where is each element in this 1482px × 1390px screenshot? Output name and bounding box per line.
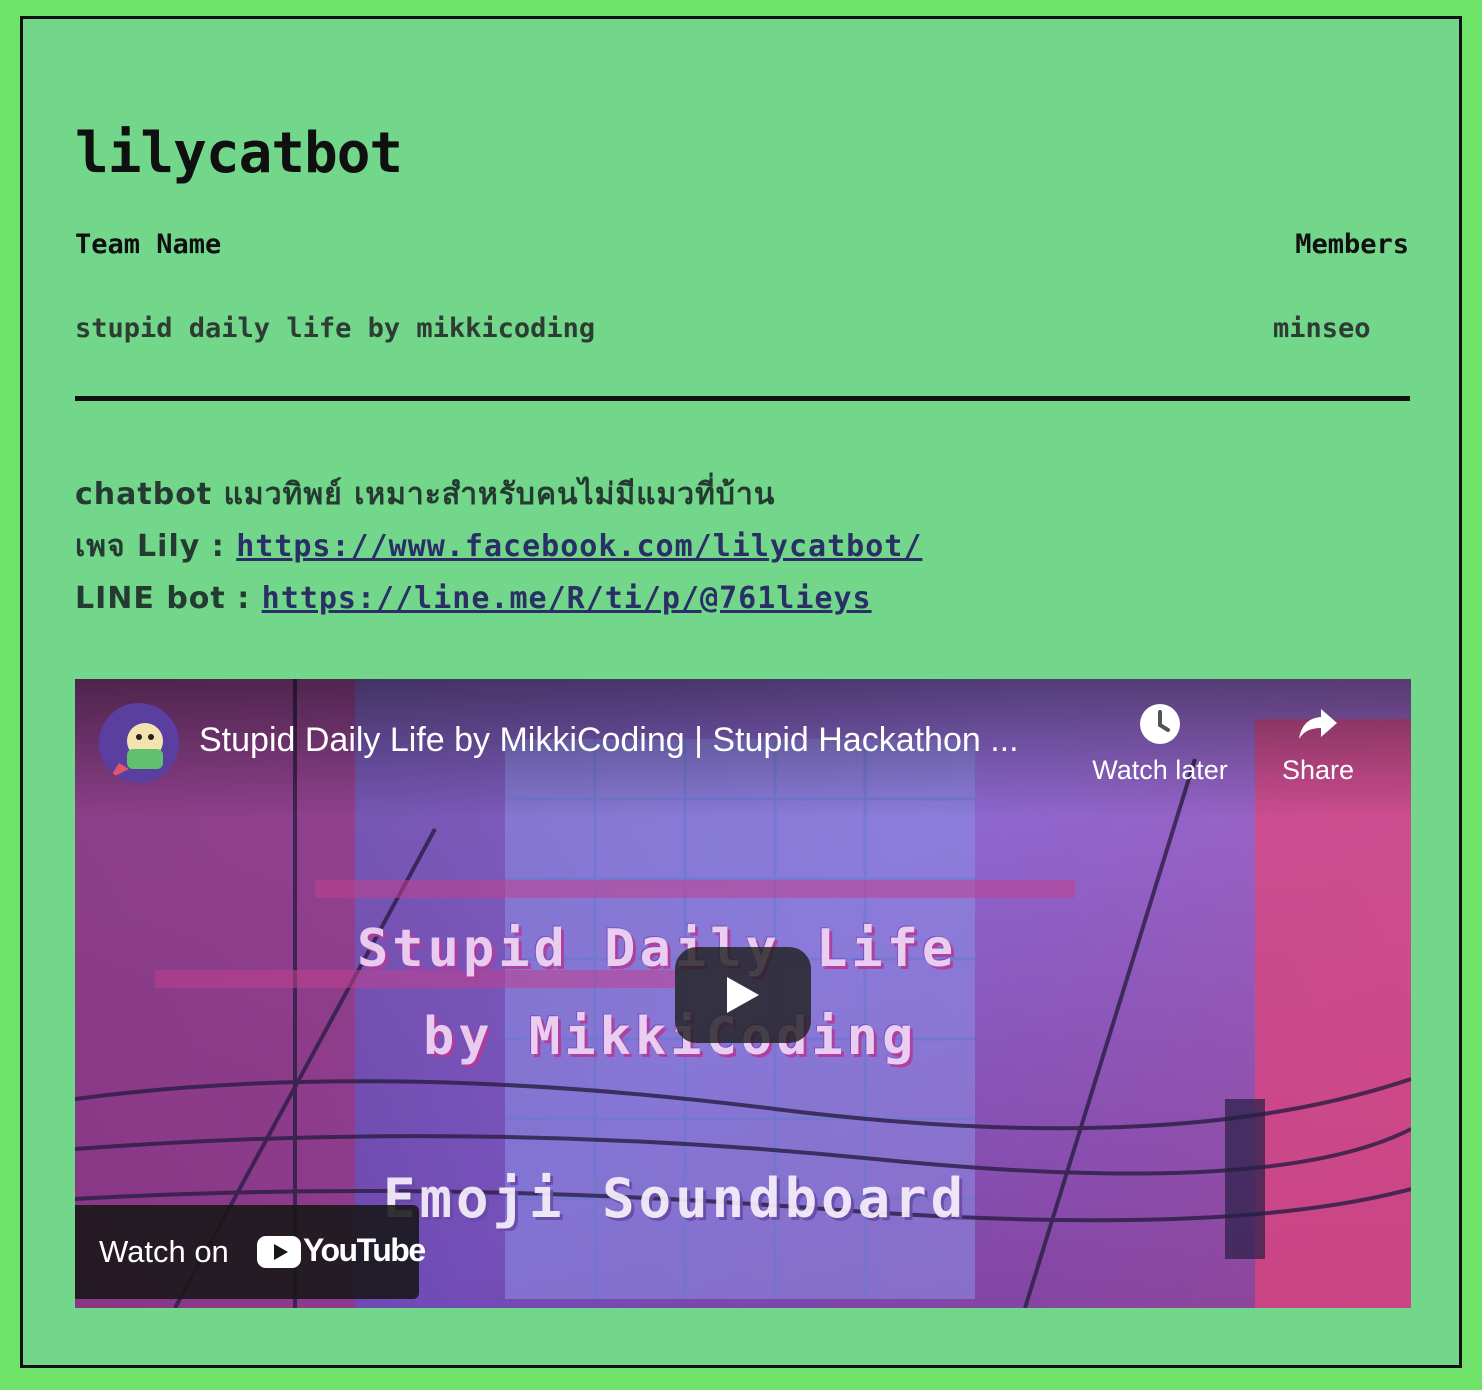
clock-icon [1140, 704, 1180, 744]
channel-avatar[interactable] [99, 703, 179, 783]
page-title: lilycatbot [75, 121, 403, 186]
play-button[interactable] [675, 947, 811, 1043]
facebook-line: เพจ Lily : https://www.facebook.com/lily… [75, 521, 922, 573]
youtube-logo-icon [257, 1236, 301, 1268]
divider [75, 396, 1410, 401]
youtube-embed[interactable]: Stupid Daily Life by MikkiCoding Emoji S… [75, 679, 1411, 1308]
members-header: Members [1295, 229, 1409, 260]
share-arrow-icon [1299, 709, 1337, 739]
members-value: minseo [1273, 313, 1371, 344]
thumbnail-title-line1: Stupid Daily Life [357, 919, 958, 979]
avatar-icon [99, 703, 179, 783]
line-bot-link[interactable]: https://line.me/R/ti/p/@761lieys [262, 581, 872, 616]
watch-later-label: Watch later [1092, 755, 1228, 785]
description-line: chatbot แมวทิพย์ เหมาะสำหรับคนไม่มีแมวที… [75, 477, 776, 512]
facebook-link[interactable]: https://www.facebook.com/lilycatbot/ [236, 529, 922, 564]
team-name-header: Team Name [75, 229, 222, 260]
line-bot-line: LINE bot : https://line.me/R/ti/p/@761li… [75, 573, 922, 625]
play-icon [727, 977, 759, 1013]
watch-on-label: Watch on [99, 1234, 229, 1269]
video-title[interactable]: Stupid Daily Life by MikkiCoding | Stupi… [199, 721, 1019, 760]
line-bot-label: LINE bot : [75, 581, 262, 616]
thumbnail-title-line2: by MikkiCoding [423, 1007, 918, 1067]
share-button[interactable]: Share [1243, 703, 1393, 786]
watch-later-button[interactable]: Watch later [1085, 703, 1235, 786]
share-label: Share [1281, 755, 1355, 785]
description: chatbot แมวทิพย์ เหมาะสำหรับคนไม่มีแมวที… [75, 469, 922, 625]
youtube-wordmark: YouTube [303, 1232, 426, 1268]
facebook-label: เพจ Lily : [75, 529, 237, 564]
team-name-value: stupid daily life by mikkicoding [75, 313, 596, 344]
team-card: lilycatbot Team Name Members stupid dail… [20, 16, 1462, 1368]
watch-on-youtube-button[interactable]: Watch on YouTube [75, 1205, 426, 1299]
thumbnail-subtitle: Emoji Soundboard [383, 1167, 968, 1230]
